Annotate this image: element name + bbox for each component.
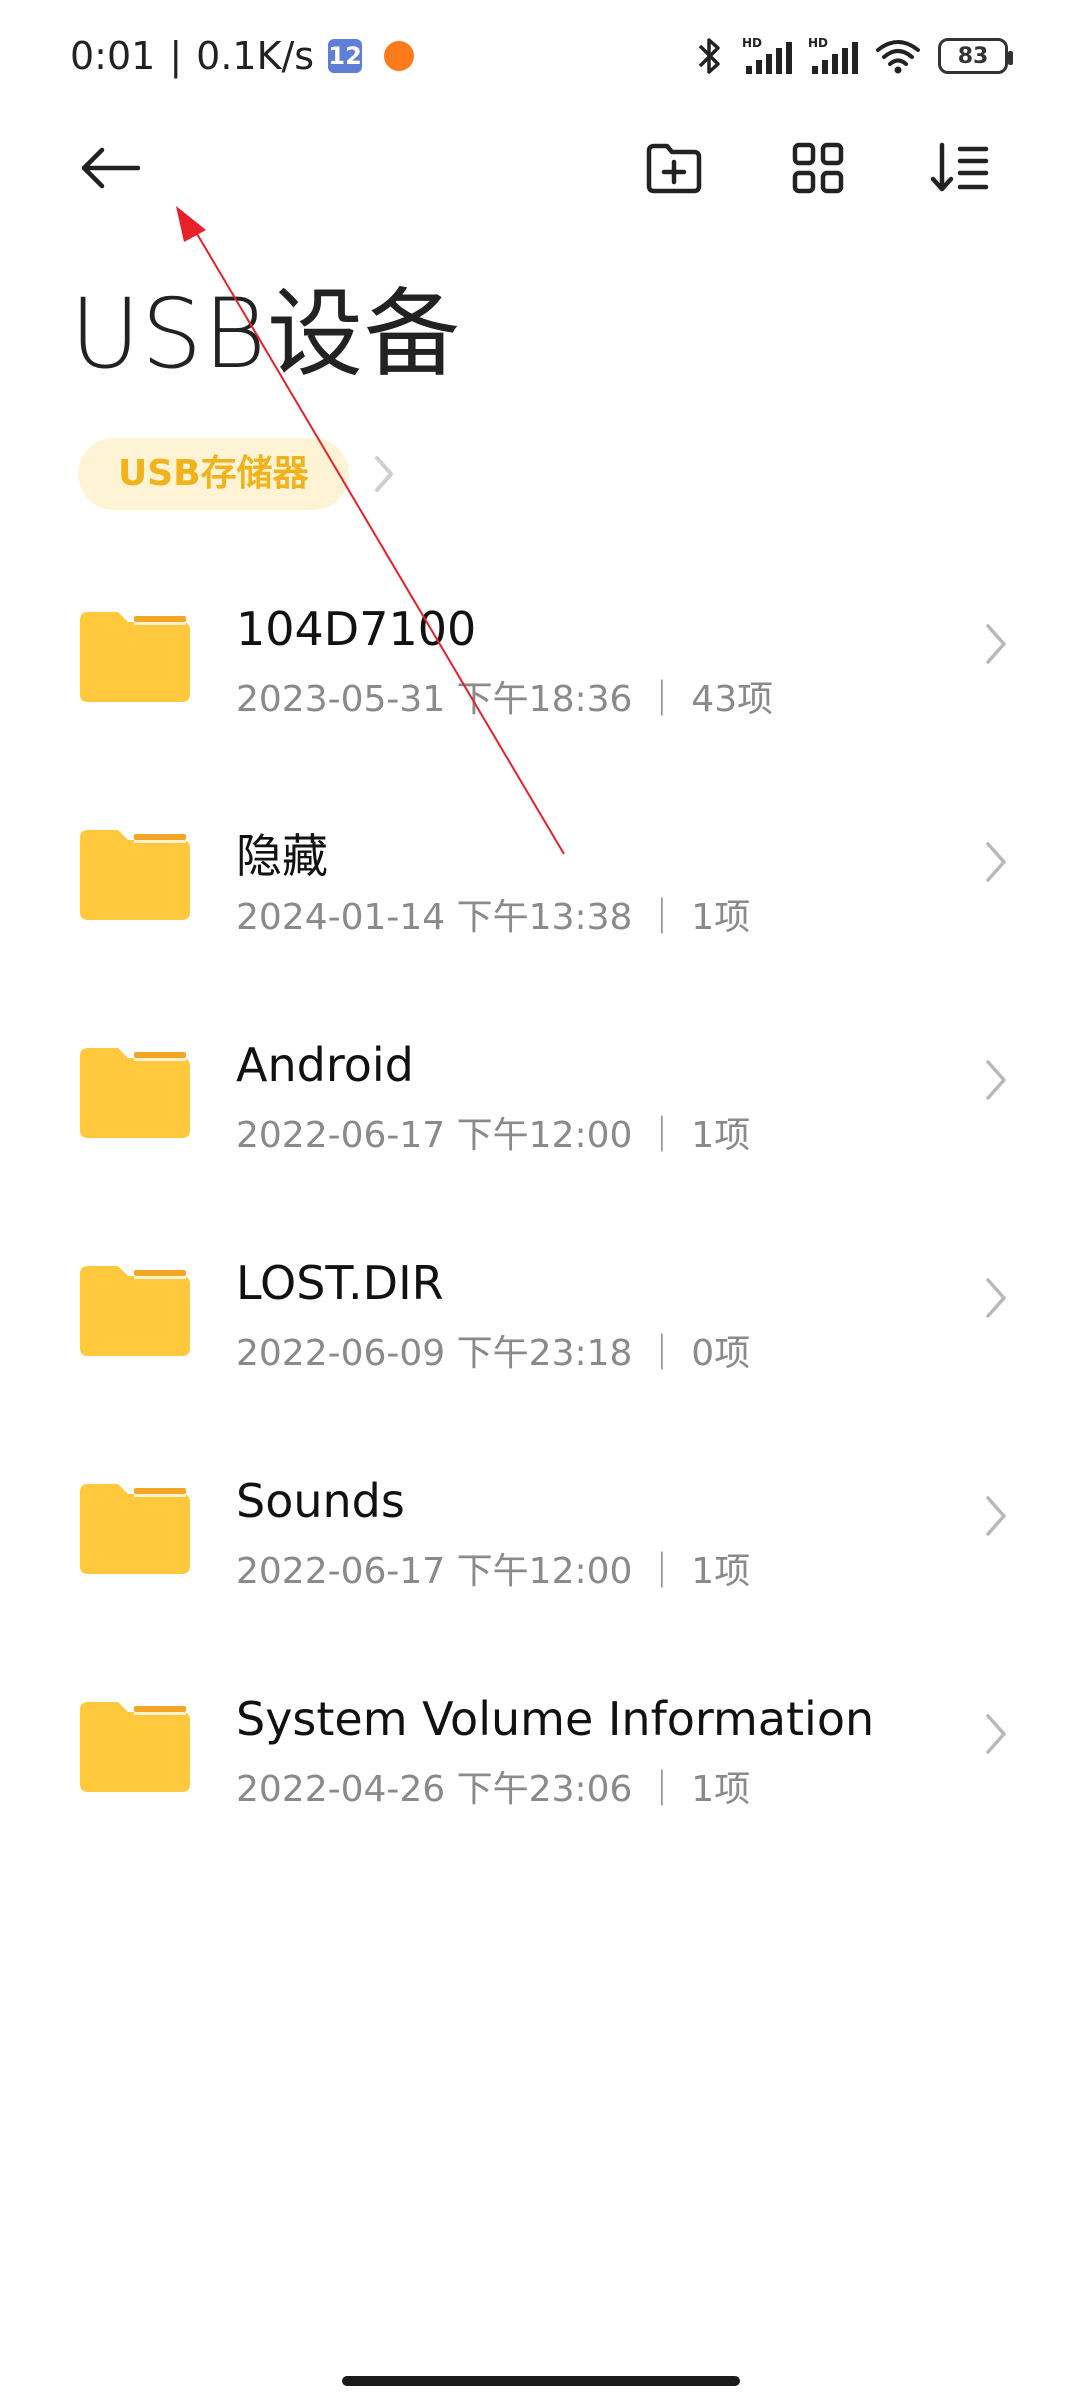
breadcrumb-usb-storage[interactable]: USB存储器 (78, 438, 349, 510)
file-name: 104D7100 (236, 602, 477, 656)
new-folder-icon (646, 143, 702, 194)
network-speed: 0.1K/s (196, 34, 315, 78)
battery-icon: 83 (938, 38, 1013, 74)
list-item[interactable]: LOST.DIR 2022-06-09 下午23:18 ｜ 0项 (0, 1224, 1080, 1442)
folder-icon (80, 1266, 190, 1356)
list-item[interactable]: Sounds 2022-06-17 下午12:00 ｜ 1项 (0, 1442, 1080, 1660)
signal-hd-icon: HD (742, 36, 792, 74)
chevron-right-icon (986, 1060, 1006, 1100)
sort-button[interactable] (912, 120, 1008, 216)
file-list: 104D7100 2023-05-31 下午18:36 ｜ 43项 隐藏 202… (0, 570, 1080, 1878)
folder-icon (80, 612, 190, 702)
page-title: USB设备 (70, 278, 462, 390)
list-item[interactable]: Android 2022-06-17 下午12:00 ｜ 1项 (0, 1006, 1080, 1224)
bluetooth-icon (698, 38, 720, 74)
chevron-right-icon (986, 842, 1006, 882)
folder-icon (80, 1484, 190, 1574)
list-item[interactable]: 隐藏 2024-01-14 下午13:38 ｜ 1项 (0, 788, 1080, 1006)
chevron-right-icon (986, 1714, 1006, 1754)
home-indicator[interactable] (342, 2376, 740, 2386)
file-name: 隐藏 (236, 829, 328, 883)
file-meta: 2022-06-09 下午23:18 ｜ 0项 (236, 1333, 751, 1374)
back-arrow-icon (81, 147, 141, 189)
folder-icon (80, 830, 190, 920)
file-name: System Volume Information (236, 1692, 875, 1746)
chevron-right-icon (986, 1278, 1006, 1318)
file-meta: 2024-01-14 下午13:38 ｜ 1项 (236, 897, 751, 938)
grid-view-button[interactable] (770, 120, 866, 216)
app-notification-icon (384, 41, 415, 71)
grid-view-icon (792, 142, 844, 194)
file-meta: 2022-04-26 下午23:06 ｜ 1项 (236, 1769, 751, 1810)
chevron-right-icon (986, 1496, 1006, 1536)
wifi-icon (876, 40, 920, 74)
status-left: 0:01 | 0.1K/s 12 (70, 34, 415, 78)
clock: 0:01 (70, 34, 156, 78)
breadcrumb: USB存储器 (78, 438, 395, 510)
battery-level: 83 (957, 43, 989, 69)
file-name: LOST.DIR (236, 1256, 444, 1310)
back-button[interactable] (62, 120, 158, 216)
file-meta: 2022-06-17 下午12:00 ｜ 1项 (236, 1551, 751, 1592)
file-name: Android (236, 1038, 414, 1092)
list-item[interactable]: System Volume Information 2022-04-26 下午2… (0, 1660, 1080, 1878)
notification-badge: 12 (328, 39, 363, 73)
status-separator: | (169, 34, 183, 78)
svg-text:HD: HD (808, 36, 828, 50)
folder-icon (80, 1702, 190, 1792)
file-meta: 2023-05-31 下午18:36 ｜ 43项 (236, 679, 774, 720)
status-right: HD HD 83 (692, 36, 1013, 76)
status-bar: 0:01 | 0.1K/s 12 HD HD 83 (0, 0, 1080, 120)
chevron-right-icon (374, 456, 393, 492)
sort-icon (930, 142, 989, 192)
file-meta: 2022-06-17 下午12:00 ｜ 1项 (236, 1115, 751, 1156)
chevron-right-icon (986, 624, 1006, 664)
new-folder-button[interactable] (626, 120, 722, 216)
folder-icon (80, 1048, 190, 1138)
signal-hd-icon: HD (808, 36, 858, 74)
file-name: Sounds (236, 1474, 405, 1528)
svg-text:HD: HD (742, 36, 762, 50)
list-item[interactable]: 104D7100 2023-05-31 下午18:36 ｜ 43项 (0, 570, 1080, 788)
